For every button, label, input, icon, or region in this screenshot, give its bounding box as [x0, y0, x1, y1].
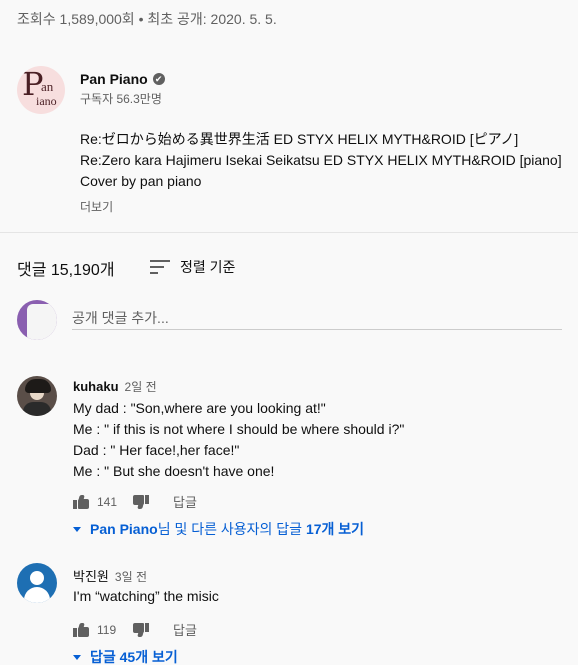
comment-line: Me : " if this is not where I should be … — [73, 421, 405, 437]
comment-actions: 119 답글 — [73, 620, 197, 639]
comment-text: My dad : "Son,where are you looking at!"… — [73, 398, 404, 482]
comment-line: I'm “watching” the misic — [73, 588, 219, 604]
view-replies-button[interactable]: 답글 45개 보기 — [73, 647, 178, 665]
my-avatar — [17, 300, 57, 340]
show-more-button[interactable]: 더보기 — [80, 198, 113, 215]
sort-icon — [150, 260, 170, 274]
comment-header: kuhaku 2일 전 — [73, 378, 157, 396]
comment-count: 댓글 15,190개 — [17, 262, 115, 279]
channel-logo-text-1: an — [41, 79, 54, 94]
description-line: Re:ゼロから始める異世界生活 ED STYX HELIX MYTH&ROID … — [80, 131, 519, 147]
comment-time[interactable]: 3일 전 — [115, 570, 147, 584]
comment-header: 박진원 3일 전 — [73, 566, 147, 586]
replies-text: 님 및 다른 사용자의 답글 — [157, 521, 306, 537]
divider — [0, 232, 578, 233]
description-line: Re:Zero kara Hajimeru Isekai Seikatsu ED… — [80, 152, 562, 168]
like-count: 119 — [97, 622, 117, 637]
view-replies-button[interactable]: Pan Piano님 및 다른 사용자의 답글 17개 보기 — [73, 519, 364, 539]
commenter-avatar[interactable] — [17, 376, 57, 416]
channel-name[interactable]: Pan Piano — [80, 71, 148, 87]
channel-avatar[interactable]: P an iano — [17, 66, 65, 114]
comment-line: Me : " But she doesn't have one! — [73, 463, 275, 479]
channel-logo-text-2: iano — [36, 94, 57, 108]
comment-line: Dad : " Her face!,her face!" — [73, 442, 240, 458]
commenter-avatar[interactable] — [17, 563, 57, 603]
comment-line: My dad : "Son,where are you looking at!" — [73, 400, 326, 416]
replies-count: 답글 45개 보기 — [90, 649, 178, 665]
sort-by-button[interactable]: 정렬 기준 — [150, 257, 235, 277]
description-line: Cover by pan piano — [80, 173, 202, 189]
verified-check-icon: ✔ — [152, 73, 165, 85]
video-description: Re:ゼロから始める異世界生活 ED STYX HELIX MYTH&ROID … — [80, 129, 562, 192]
reply-button[interactable]: 답글 — [173, 492, 197, 511]
add-comment-input[interactable]: 공개 댓글 추가... — [72, 306, 562, 330]
video-view-count: 조회수 1,589,000회 • 최초 공개: 2020. 5. 5. — [17, 11, 277, 27]
sort-label: 정렬 기준 — [180, 259, 236, 275]
replies-count: 17개 보기 — [305, 521, 365, 537]
chevron-down-icon — [73, 526, 81, 532]
comment-author[interactable]: kuhaku — [73, 379, 119, 394]
dislike-icon[interactable] — [133, 494, 149, 509]
comment-actions: 141 답글 — [73, 492, 197, 511]
replies-owner: Pan Piano — [90, 521, 158, 537]
reply-button[interactable]: 답글 — [173, 620, 197, 639]
like-icon[interactable] — [73, 494, 89, 509]
dislike-icon[interactable] — [133, 622, 149, 637]
comment-author[interactable]: 박진원 — [73, 569, 109, 584]
chevron-down-icon — [73, 654, 81, 660]
comment-text: I'm “watching” the misic — [73, 586, 219, 607]
like-icon[interactable] — [73, 622, 89, 637]
subscriber-count: 구독자 56.3만명 — [80, 92, 162, 106]
channel-name-row[interactable]: Pan Piano ✔ — [80, 71, 165, 87]
like-count: 141 — [97, 494, 118, 509]
comment-time[interactable]: 2일 전 — [125, 380, 157, 394]
